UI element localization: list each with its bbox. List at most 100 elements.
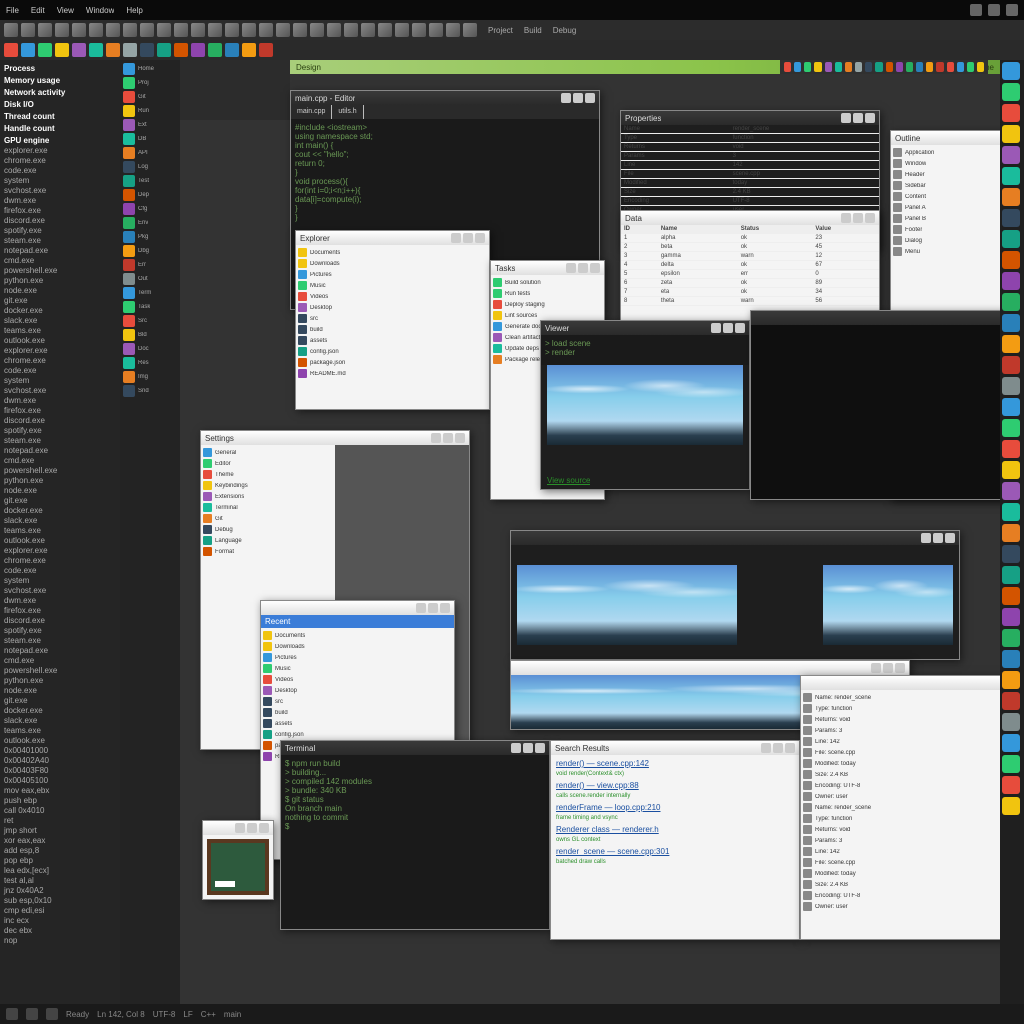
process-row[interactable]: cmd.exe — [2, 256, 118, 266]
dock-icon[interactable] — [1002, 188, 1020, 206]
process-row[interactable]: firefox.exe — [2, 606, 118, 616]
window-titlebar[interactable]: Outline — [891, 131, 1000, 145]
process-row[interactable]: powershell.exe — [2, 266, 118, 276]
list-item[interactable]: package.json — [298, 357, 487, 368]
table-row[interactable]: 3gammawarn12 — [621, 252, 879, 261]
window-titlebar[interactable]: Tasks — [491, 261, 604, 275]
note-row[interactable]: Params: 3 — [803, 725, 1000, 736]
max-icon[interactable] — [463, 233, 473, 243]
dock-icon[interactable] — [1002, 356, 1020, 374]
process-row[interactable]: code.exe — [2, 166, 118, 176]
tool-icon[interactable] — [123, 23, 137, 37]
process-row[interactable]: powershell.exe — [2, 466, 118, 476]
win-explorer[interactable]: ExplorerDocumentsDownloadsPicturesMusicV… — [295, 230, 490, 410]
recent-item[interactable]: Documents — [263, 630, 452, 641]
settings-item[interactable]: Editor — [203, 458, 333, 469]
activity-item[interactable]: Pkg — [123, 231, 177, 243]
code-line[interactable]: > bundle: 340 KB — [285, 786, 545, 795]
process-row[interactable]: slack.exe — [2, 716, 118, 726]
window-titlebar[interactable] — [511, 531, 959, 545]
list-item[interactable]: Panel A — [893, 202, 1000, 213]
note-row[interactable]: Type: function — [803, 813, 1000, 824]
dock-icon[interactable] — [1002, 83, 1020, 101]
process-row[interactable]: node.exe — [2, 286, 118, 296]
max-icon[interactable] — [883, 663, 893, 673]
table-row[interactable]: 2betaok45 — [621, 243, 879, 252]
max-icon[interactable] — [443, 433, 453, 443]
table-row[interactable]: Size2.4 KB — [621, 188, 879, 197]
tool-icon[interactable] — [208, 23, 222, 37]
process-row[interactable]: firefox.exe — [2, 406, 118, 416]
color-tool-icon[interactable] — [38, 43, 52, 57]
close-icon[interactable] — [590, 263, 600, 273]
process-row[interactable]: docker.exe — [2, 706, 118, 716]
win-timeline[interactable] — [510, 530, 960, 660]
table-row[interactable]: Modifiedtoday — [621, 179, 879, 188]
recent-item[interactable]: src — [263, 696, 452, 707]
code-line[interactable]: return 0; — [295, 159, 595, 168]
min-icon[interactable] — [711, 323, 721, 333]
color-tool-icon[interactable] — [140, 43, 154, 57]
dock-icon[interactable] — [1002, 293, 1020, 311]
list-item[interactable]: Panel B — [893, 213, 1000, 224]
menu-window[interactable]: Window — [86, 6, 114, 15]
dock-icon[interactable] — [1002, 251, 1020, 269]
window-titlebar[interactable]: Properties — [621, 111, 879, 125]
close-icon[interactable] — [440, 603, 450, 613]
process-row[interactable]: teams.exe — [2, 726, 118, 736]
col-header[interactable]: ID — [621, 225, 658, 234]
min-icon[interactable] — [566, 263, 576, 273]
window-titlebar[interactable]: Search Results — [551, 741, 799, 755]
recent-item[interactable]: Music — [263, 663, 452, 674]
code-line[interactable]: data[i]=compute(i); — [295, 195, 595, 204]
color-tool-icon[interactable] — [21, 43, 35, 57]
process-row[interactable]: code.exe — [2, 566, 118, 576]
table-row[interactable]: Line142 — [621, 161, 879, 170]
recent-item[interactable]: Desktop — [263, 685, 452, 696]
process-row[interactable]: discord.exe — [2, 416, 118, 426]
color-tool-icon[interactable] — [89, 43, 103, 57]
menu-file[interactable]: File — [6, 6, 19, 15]
status-item[interactable]: LF — [183, 1010, 192, 1019]
win-search[interactable]: Search Resultsrender() — scene.cpp:142vo… — [550, 740, 800, 940]
min-icon[interactable] — [431, 433, 441, 443]
dock-icon[interactable] — [1002, 419, 1020, 437]
tr-icon[interactable] — [916, 62, 923, 72]
recent-item[interactable]: config.json — [263, 729, 452, 740]
note-row[interactable]: Name: render_scene — [803, 692, 1000, 703]
note-row[interactable]: Line: 142 — [803, 846, 1000, 857]
process-row[interactable]: explorer.exe — [2, 346, 118, 356]
process-row[interactable]: steam.exe — [2, 436, 118, 446]
list-item[interactable]: Downloads — [298, 258, 487, 269]
settings-item[interactable]: Extensions — [203, 491, 333, 502]
min-icon[interactable] — [970, 4, 982, 16]
process-row[interactable]: svchost.exe — [2, 386, 118, 396]
status-icon[interactable] — [26, 1008, 38, 1020]
status-item[interactable]: Ln 142, Col 8 — [97, 1010, 145, 1019]
close-icon[interactable] — [865, 213, 875, 223]
list-item[interactable]: Videos — [298, 291, 487, 302]
activity-item[interactable]: DB — [123, 133, 177, 145]
activity-item[interactable]: Snd — [123, 385, 177, 397]
tool-icon[interactable] — [378, 23, 392, 37]
process-row[interactable]: python.exe — [2, 276, 118, 286]
list-item[interactable]: Window — [893, 158, 1000, 169]
tool-icon[interactable] — [293, 23, 307, 37]
process-row[interactable]: spotify.exe — [2, 626, 118, 636]
min-icon[interactable] — [761, 743, 771, 753]
tool-icon[interactable] — [327, 23, 341, 37]
tool-icon[interactable] — [395, 23, 409, 37]
close-icon[interactable] — [895, 663, 905, 673]
close-icon[interactable] — [475, 233, 485, 243]
tr-icon[interactable] — [804, 62, 811, 72]
dock-icon[interactable] — [1002, 482, 1020, 500]
process-row[interactable]: slack.exe — [2, 516, 118, 526]
process-row[interactable]: chrome.exe — [2, 556, 118, 566]
search-result[interactable]: Renderer class — renderer.howns GL conte… — [553, 823, 797, 845]
color-tool-icon[interactable] — [225, 43, 239, 57]
process-row[interactable]: docker.exe — [2, 306, 118, 316]
toolbar-label[interactable]: Build — [524, 26, 542, 35]
tr-icon[interactable] — [855, 62, 862, 72]
list-item[interactable]: Deploy staging — [493, 299, 602, 310]
tool-icon[interactable] — [242, 23, 256, 37]
